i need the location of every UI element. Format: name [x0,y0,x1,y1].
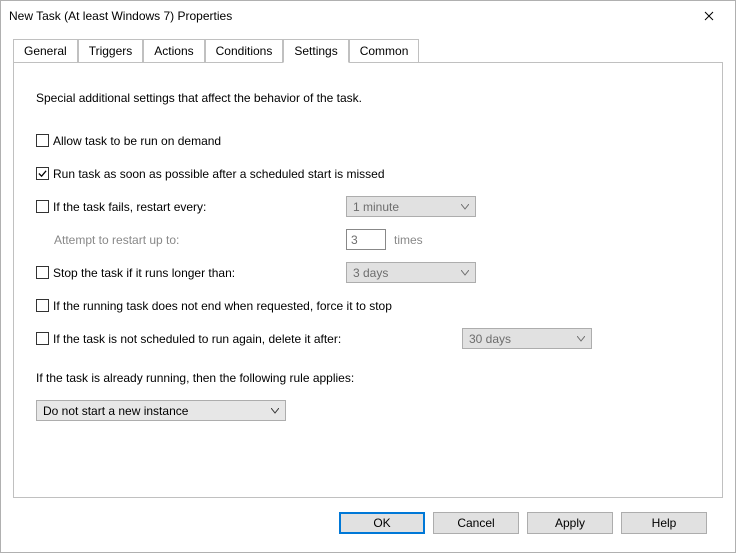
rule-label: If the task is already running, then the… [36,371,354,385]
attempt-count-value: 3 [351,233,358,247]
tab-actions[interactable]: Actions [143,39,204,63]
rule-value: Do not start a new instance [43,404,188,418]
delete-after-label: If the task is not scheduled to run agai… [53,332,341,346]
tab-settings[interactable]: Settings [283,39,348,63]
close-icon [704,11,714,21]
dialog-buttons: OK Cancel Apply Help [13,498,723,552]
panel-description: Special additional settings that affect … [36,87,700,108]
delete-duration-value: 30 days [469,332,511,346]
restart-if-fails-label: If the task fails, restart every: [53,200,206,214]
tab-conditions[interactable]: Conditions [205,39,284,63]
restart-interval-value: 1 minute [353,200,399,214]
titlebar: New Task (At least Windows 7) Properties [1,1,735,31]
stop-if-longer-label: Stop the task if it runs longer than: [53,266,235,280]
chevron-down-icon [575,336,587,342]
attempt-count-input[interactable]: 3 [346,229,386,250]
run-asap-checkbox[interactable] [36,167,49,180]
rule-combo[interactable]: Do not start a new instance [36,400,286,421]
help-button[interactable]: Help [621,512,707,534]
chevron-down-icon [269,408,281,414]
cancel-button[interactable]: Cancel [433,512,519,534]
close-button[interactable] [693,5,725,27]
chevron-down-icon [459,270,471,276]
restart-if-fails-checkbox[interactable] [36,200,49,213]
tab-triggers[interactable]: Triggers [78,39,144,63]
apply-button[interactable]: Apply [527,512,613,534]
content-area: General Triggers Actions Conditions Sett… [1,31,735,552]
delete-after-checkbox[interactable] [36,332,49,345]
properties-dialog: New Task (At least Windows 7) Properties… [0,0,736,553]
attempt-times-label: times [394,233,423,247]
allow-on-demand-checkbox[interactable] [36,134,49,147]
delete-duration-combo[interactable]: 30 days [462,328,592,349]
stop-duration-combo[interactable]: 3 days [346,262,476,283]
chevron-down-icon [459,204,471,210]
settings-panel: Special additional settings that affect … [13,62,723,498]
tab-common[interactable]: Common [349,39,420,63]
stop-duration-value: 3 days [353,266,388,280]
tab-general[interactable]: General [13,39,78,63]
stop-if-longer-checkbox[interactable] [36,266,49,279]
restart-interval-combo[interactable]: 1 minute [346,196,476,217]
allow-on-demand-label: Allow task to be run on demand [53,134,221,148]
run-asap-label: Run task as soon as possible after a sch… [53,167,385,181]
window-title: New Task (At least Windows 7) Properties [9,9,232,23]
force-stop-checkbox[interactable] [36,299,49,312]
attempt-label: Attempt to restart up to: [54,233,179,247]
force-stop-label: If the running task does not end when re… [53,299,392,313]
tab-strip: General Triggers Actions Conditions Sett… [13,39,723,63]
ok-button[interactable]: OK [339,512,425,534]
